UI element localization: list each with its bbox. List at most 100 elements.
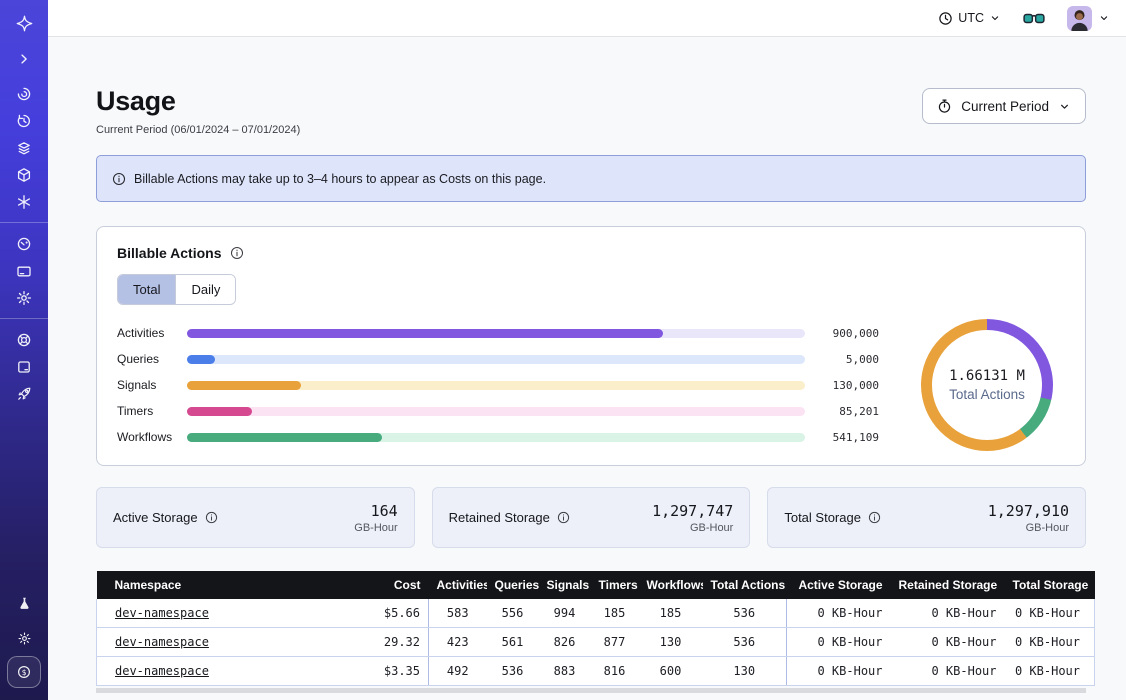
column-header-queries: Queries [487,571,539,599]
gauge-icon[interactable] [7,230,41,257]
cell-activities: 583 [429,599,487,628]
cell-total-storage: 0 KB-Hour [1005,628,1095,657]
page-title: Usage [96,86,300,117]
bar-label: Signals [117,378,187,392]
info-icon[interactable] [230,246,244,260]
column-header-signals: Signals [539,571,591,599]
timezone-label: UTC [958,11,984,25]
cell-namespace: dev-namespace [97,657,337,686]
usage-table: NamespaceCostActivitiesQueriesSignalsTim… [96,571,1095,686]
clock-restart-icon[interactable] [7,107,41,134]
bar-fill [187,355,215,364]
spiral-namespaces-icon[interactable] [7,80,41,107]
info-banner: Billable Actions may take up to 3–4 hour… [96,155,1086,202]
avatar [1067,6,1092,31]
billable-view-tabs: Total Daily [117,274,236,305]
tab-daily[interactable]: Daily [175,275,235,304]
column-header-namespace: Namespace [97,571,337,599]
info-banner-text: Billable Actions may take up to 3–4 hour… [134,172,546,186]
sidebar: $ [0,0,48,700]
namespace-link[interactable]: dev-namespace [115,664,209,678]
donut-total-value: 1.66131 M [949,368,1025,384]
active-storage-label: Active Storage [113,510,218,525]
user-menu[interactable] [1067,6,1110,31]
cell-active-storage: 0 KB-Hour [787,628,891,657]
gear-icon[interactable] [7,284,41,311]
cell-signals: 994 [539,599,591,628]
bar-track [187,407,805,416]
chevron-down-icon [989,12,1001,24]
bar-label: Timers [117,404,187,418]
clock-icon [938,11,953,26]
bar-label: Activities [117,326,187,340]
cell-activities: 492 [429,657,487,686]
cell-total-actions: 130 [703,657,787,686]
usage-table-head-row: NamespaceCostActivitiesQueriesSignalsTim… [97,571,1095,599]
column-header-activities: Activities [429,571,487,599]
cell-total-storage: 0 KB-Hour [1005,599,1095,628]
rocket-icon[interactable] [7,380,41,407]
bar-row-timers: Timers85,201 [117,398,879,424]
cell-retained-storage: 0 KB-Hour [891,628,1005,657]
bar-fill [187,381,301,390]
cell-total-actions: 536 [703,599,787,628]
sidebar-divider [0,318,48,319]
cell-queries: 556 [487,599,539,628]
bar-fill [187,433,382,442]
flask-icon[interactable] [7,590,41,617]
column-header-total-storage: Total Storage [1005,571,1095,599]
active-storage-card: Active Storage 164 GB-Hour [96,487,415,548]
cube-icon[interactable] [7,161,41,188]
dollar-coin-icon[interactable]: $ [7,656,41,688]
bar-track [187,381,805,390]
cell-cost: 29.32 [337,628,429,657]
cell-cost: $3.35 [337,657,429,686]
cell-active-storage: 0 KB-Hour [787,657,891,686]
column-header-active-storage: Active Storage [787,571,891,599]
namespace-link[interactable]: dev-namespace [115,635,209,649]
info-icon[interactable] [557,511,570,524]
cell-timers: 185 [591,599,639,628]
billable-actions-title: Billable Actions [117,245,1065,261]
table-row: dev-namespace$5.665835569941851855360 KB… [97,599,1095,628]
bar-fill [187,407,252,416]
active-storage-unit: GB-Hour [354,522,397,534]
temporal-logo-icon[interactable] [7,10,41,37]
billable-bars: Activities900,000Queries5,000Signals130,… [117,320,879,450]
timezone-selector[interactable]: UTC [938,11,1001,26]
cell-total-actions: 536 [703,628,787,657]
asterisk-icon[interactable] [7,188,41,215]
glasses-icon[interactable] [1023,12,1045,25]
cell-namespace: dev-namespace [97,599,337,628]
chevron-right-icon[interactable] [7,45,41,72]
retained-storage-label: Retained Storage [449,510,570,525]
layers-icon[interactable] [7,134,41,161]
retained-storage-card: Retained Storage 1,297,747 GB-Hour [432,487,751,548]
terminal-window-icon[interactable] [7,353,41,380]
svg-text:$: $ [22,668,27,677]
sun-icon[interactable] [7,625,41,652]
bar-value: 130,000 [805,379,879,392]
namespace-link[interactable]: dev-namespace [115,606,209,620]
chevron-down-icon [1098,12,1110,24]
column-header-workflows: Workflows [639,571,703,599]
info-icon[interactable] [868,511,881,524]
period-dropdown-label: Current Period [961,99,1049,114]
tab-total[interactable]: Total [118,275,175,304]
total-storage-card: Total Storage 1,297,910 GB-Hour [767,487,1086,548]
bar-label: Workflows [117,430,187,444]
donut-total-label: Total Actions [949,387,1025,402]
total-storage-value: 1,297,910 [988,502,1069,520]
bar-row-queries: Queries5,000 [117,346,879,372]
cell-active-storage: 0 KB-Hour [787,599,891,628]
cell-retained-storage: 0 KB-Hour [891,657,1005,686]
info-icon[interactable] [205,511,218,524]
table-row: dev-namespace$3.354925368838166001300 KB… [97,657,1095,686]
stopwatch-icon [937,98,952,114]
retained-storage-unit: GB-Hour [652,522,733,534]
table-row: dev-namespace29.324235618268771305360 KB… [97,628,1095,657]
cell-queries: 561 [487,628,539,657]
lifebuoy-icon[interactable] [7,326,41,353]
card-icon[interactable] [7,257,41,284]
period-dropdown-button[interactable]: Current Period [922,88,1086,124]
